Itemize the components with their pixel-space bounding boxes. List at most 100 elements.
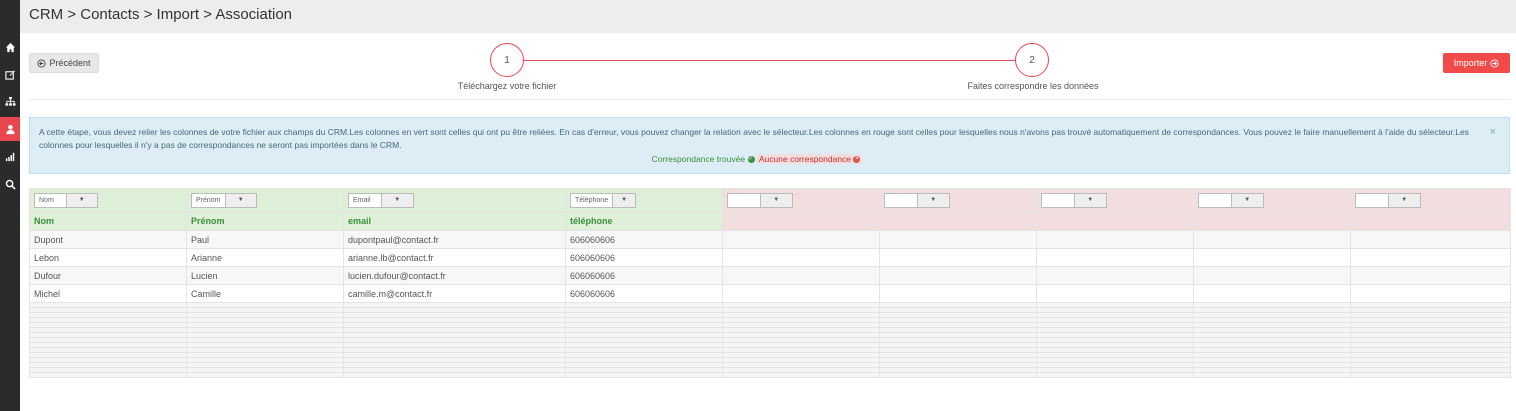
legend-found: Correspondance trouvée ✓	[652, 154, 755, 164]
empty-cell	[1036, 372, 1194, 378]
table-cell: Lucien	[186, 266, 344, 285]
table-row: Michel Camille camille.m@contact.fr 6060606…	[29, 284, 1511, 303]
selector-cell: Email ▼	[343, 188, 566, 212]
column-select[interactable]: ▼	[1355, 192, 1421, 208]
step-2-circle: 2	[1015, 43, 1049, 77]
empty-row	[29, 372, 1511, 378]
column-header: téléphone	[565, 211, 723, 231]
previous-button[interactable]: Précédent	[29, 53, 99, 73]
table-row: Lebon Arianne arianne.lb@contact.fr 6060606…	[29, 248, 1511, 267]
chevron-down-icon: ▼	[65, 193, 97, 207]
table-cell	[1193, 284, 1351, 303]
selector-row: Nom ▼ Prénom ▼ Email ▼ Téléphone ▼ ▼ ▼ ▼ ▼ ▼	[29, 188, 1511, 212]
sidebar-item-contacts[interactable]	[0, 117, 20, 141]
signal-icon	[5, 152, 14, 161]
step-1-label: Téléchargez votre fichier	[457, 81, 557, 91]
selector-cell: Prénom ▼	[186, 188, 344, 212]
column-header: email	[343, 211, 566, 231]
chevron-down-icon: ▼	[612, 193, 635, 207]
import-button-label: Importer	[1453, 58, 1488, 68]
empty-cell	[1193, 372, 1351, 378]
table-row: Dufour Lucien lucien.dufour@contact.fr 6060…	[29, 266, 1511, 285]
column-select[interactable]: Téléphone ▼	[570, 192, 636, 208]
table-cell: Camille	[186, 284, 344, 303]
column-select-value: Nom	[39, 196, 54, 204]
column-select[interactable]: Prénom ▼	[191, 192, 257, 208]
sidebar-item-edit[interactable]	[0, 62, 20, 86]
table-cell: 606060606	[565, 248, 723, 267]
info-alert: A cette étape, vous devez relier les col…	[29, 117, 1510, 174]
table-cell	[879, 266, 1037, 285]
column-select-value: Prénom	[196, 196, 221, 204]
empty-cell	[565, 372, 723, 378]
check-circle-icon: ✓	[747, 156, 755, 164]
import-button[interactable]: Importer	[1443, 53, 1510, 73]
home-icon	[5, 42, 15, 52]
column-header	[722, 211, 880, 231]
table-cell	[1036, 284, 1194, 303]
table-cell: camille.m@contact.fr	[343, 284, 566, 303]
close-icon[interactable]: ×	[1490, 126, 1496, 139]
selector-cell: ▼	[1350, 188, 1511, 212]
empty-cell	[29, 372, 187, 378]
column-header	[1036, 211, 1194, 231]
table-row: Dupont Paul dupontpaul@contact.fr 606060606	[29, 230, 1511, 249]
column-select[interactable]: ▼	[884, 192, 950, 208]
alert-legend: Correspondance trouvée ✓ Aucune correspo…	[39, 153, 1475, 166]
table-cell: 606060606	[565, 266, 723, 285]
circle-arrow-left-icon	[37, 58, 47, 68]
page-header: CRM > Contacts > Import > Association	[20, 0, 1516, 33]
table-cell: Arianne	[186, 248, 344, 267]
table-cell: Paul	[186, 230, 344, 249]
column-select[interactable]: Nom ▼	[34, 192, 98, 208]
stepper-line	[524, 60, 1015, 61]
column-select-value: Email	[353, 196, 371, 204]
table-cell	[879, 248, 1037, 267]
chevron-down-icon: ▼	[1230, 193, 1263, 207]
empty-cell	[343, 372, 566, 378]
sidebar	[0, 0, 20, 411]
sidebar-item-search[interactable]	[0, 172, 20, 196]
table-cell	[1036, 248, 1194, 267]
table-cell: arianne.lb@contact.fr	[343, 248, 566, 267]
edit-icon	[4, 69, 15, 80]
column-header	[879, 211, 1037, 231]
table-cell	[879, 284, 1037, 303]
column-select[interactable]: ▼	[1041, 192, 1107, 208]
column-select[interactable]: ▼	[727, 192, 793, 208]
table-cell	[1193, 266, 1351, 285]
chevron-down-icon: ▼	[380, 193, 413, 207]
selector-cell: ▼	[722, 188, 880, 212]
sidebar-item-home[interactable]	[0, 35, 20, 59]
chevron-down-icon: ▼	[1387, 193, 1420, 207]
alert-text: A cette étape, vous devez relier les col…	[39, 127, 1469, 150]
table-cell: 606060606	[565, 230, 723, 249]
table-cell	[722, 266, 880, 285]
table-cell	[1350, 248, 1511, 267]
empty-cell	[879, 372, 1037, 378]
column-select[interactable]: ▼	[1198, 192, 1264, 208]
step-1-circle: 1	[490, 43, 524, 77]
selector-cell: ▼	[1036, 188, 1194, 212]
breadcrumb: CRM > Contacts > Import > Association	[29, 6, 293, 23]
table-cell	[879, 230, 1037, 249]
table-cell	[722, 230, 880, 249]
step-2-label: Faites correspondre les données	[967, 81, 1099, 91]
selector-cell: Téléphone ▼	[565, 188, 723, 212]
previous-button-label: Précédent	[49, 58, 91, 68]
column-header: Nom	[29, 211, 187, 231]
association-table: Nom ▼ Prénom ▼ Email ▼ Téléphone ▼ ▼ ▼ ▼ ▼ ▼ Nom Préno…	[29, 188, 1511, 378]
sidebar-item-sitemap[interactable]	[0, 89, 20, 113]
table-cell	[1036, 266, 1194, 285]
sidebar-item-stats[interactable]	[0, 144, 20, 168]
column-select[interactable]: Email ▼	[348, 192, 414, 208]
empty-cell	[722, 372, 880, 378]
circle-arrow-right-icon	[1490, 58, 1499, 68]
legend-found-label: Correspondance trouvée	[651, 154, 746, 164]
table-cell: Dupont	[29, 230, 187, 249]
table-cell	[722, 248, 880, 267]
empty-cell	[186, 372, 344, 378]
table-cell	[1350, 284, 1511, 303]
column-header: Prénom	[186, 211, 344, 231]
table-cell	[1193, 230, 1351, 249]
